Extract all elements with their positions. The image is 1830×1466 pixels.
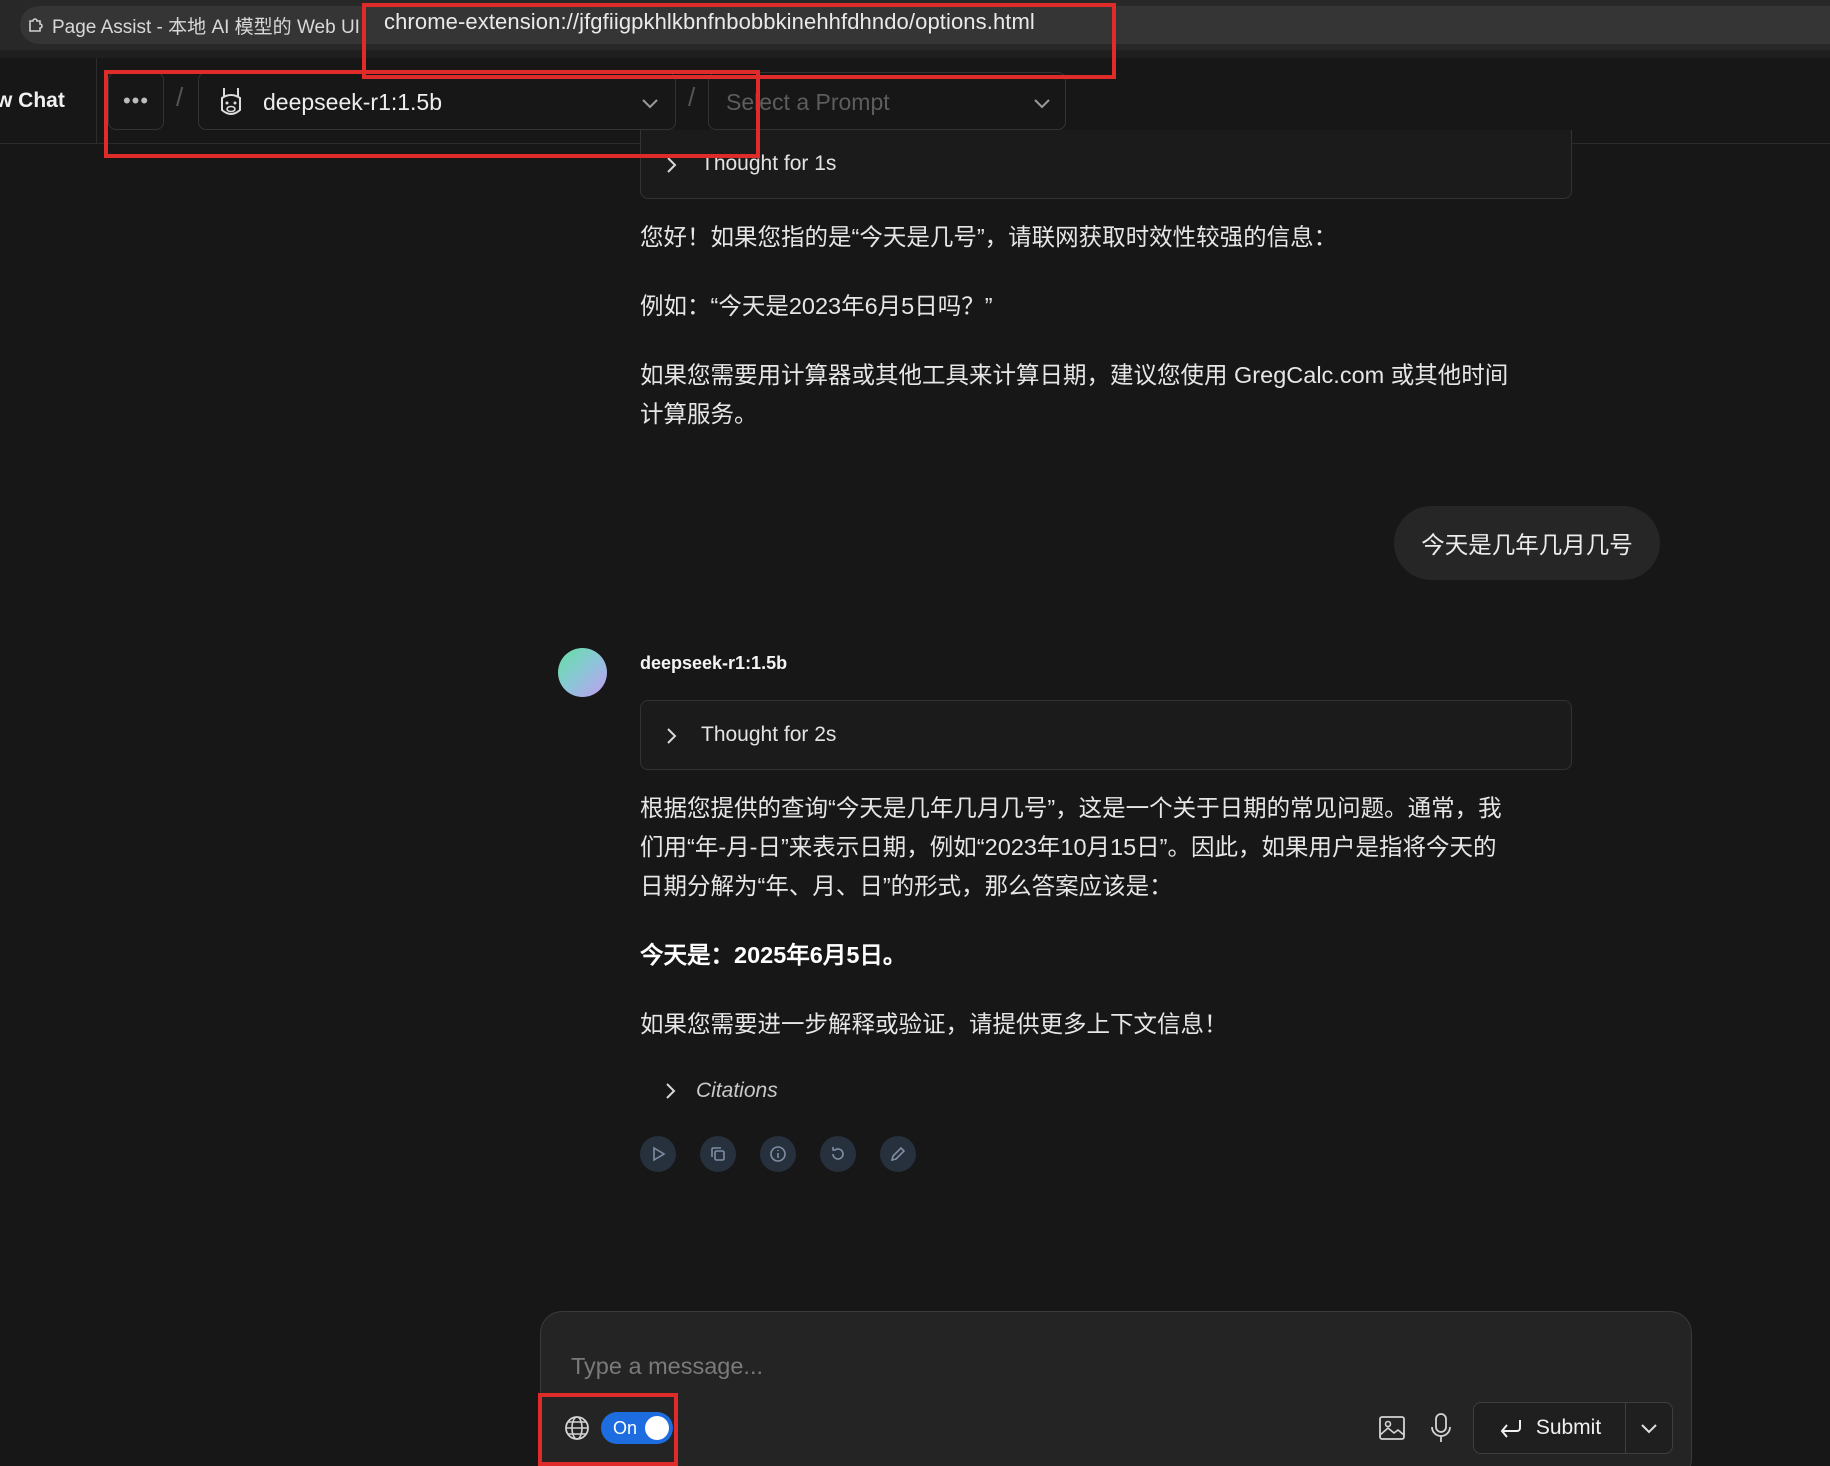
submit-label: Submit — [1535, 1416, 1602, 1439]
message-paragraph: 例如：“今天是2023年6月5日吗？” — [640, 293, 993, 319]
play-button[interactable] — [640, 1136, 676, 1172]
citations-label: Citations — [696, 1079, 778, 1102]
thought-collapsible[interactable]: Thought for 1s — [640, 130, 1572, 199]
play-icon — [653, 1146, 666, 1162]
edit-button[interactable] — [880, 1136, 916, 1172]
site-info-chip[interactable]: Page Assist - 本地 AI 模型的 Web UI — [26, 10, 360, 40]
app-window: Page Assist - 本地 AI 模型的 Web UI chrome-ex… — [0, 0, 1830, 1466]
thought-label: Thought for 2s — [701, 723, 837, 746]
annotation-box-toggle — [538, 1393, 678, 1466]
chevron-right-icon — [667, 728, 677, 744]
message-actions — [640, 1136, 916, 1172]
tab-title: Page Assist - 本地 AI 模型的 Web UI — [52, 16, 360, 38]
submit-button[interactable]: Submit — [1474, 1403, 1626, 1453]
chevron-down-icon — [1034, 99, 1050, 109]
info-icon — [770, 1146, 786, 1162]
message-input[interactable] — [571, 1346, 1571, 1386]
chevron-right-icon — [666, 1083, 676, 1099]
regenerate-icon — [832, 1147, 844, 1160]
chevron-right-icon — [667, 157, 677, 173]
copy-button[interactable] — [700, 1136, 736, 1172]
image-upload-icon[interactable] — [1377, 1413, 1407, 1443]
new-chat-button[interactable]: w Chat — [0, 58, 97, 144]
bot-name: deepseek-r1:1.5b — [640, 653, 788, 673]
chevron-down-icon — [1641, 1424, 1657, 1434]
message-paragraph: 根据您提供的查询“今天是几年几月几号”，这是一个关于日期的常见问题。通常，我们用… — [640, 795, 1502, 899]
microphone-icon[interactable] — [1427, 1411, 1455, 1445]
edit-icon — [890, 1146, 906, 1162]
regenerate-button[interactable] — [820, 1136, 856, 1172]
info-button[interactable] — [760, 1136, 796, 1172]
enter-icon — [1500, 1420, 1521, 1438]
annotation-box-url — [362, 3, 1116, 79]
extension-icon — [29, 18, 43, 32]
message-paragraph: 如果您需要进一步解释或验证，请提供更多上下文信息！ — [640, 1011, 1228, 1037]
message-paragraph: 您好！如果您指的是“今天是几号”，请联网获取时效性较强的信息： — [640, 224, 1338, 250]
annotation-box-model — [104, 70, 760, 158]
message-composer: On Submit — [540, 1311, 1692, 1466]
submit-group: Submit — [1473, 1402, 1673, 1454]
new-chat-label: w Chat — [0, 89, 65, 112]
citations-toggle[interactable]: Citations — [664, 1076, 778, 1106]
thought-collapsible[interactable]: Thought for 2s — [640, 700, 1572, 770]
message-paragraph: 如果您需要用计算器或其他工具来计算日期，建议您使用 GregCalc.com 或… — [640, 362, 1509, 427]
copy-icon — [711, 1147, 725, 1161]
bot-avatar — [558, 648, 607, 697]
prompt-select[interactable]: Select a Prompt — [708, 72, 1066, 130]
user-message-bubble: 今天是几年几月几号 — [1394, 506, 1660, 580]
message-bold-answer: 今天是：2025年6月5日。 — [640, 942, 907, 968]
submit-options-dropdown[interactable] — [1626, 1403, 1672, 1453]
